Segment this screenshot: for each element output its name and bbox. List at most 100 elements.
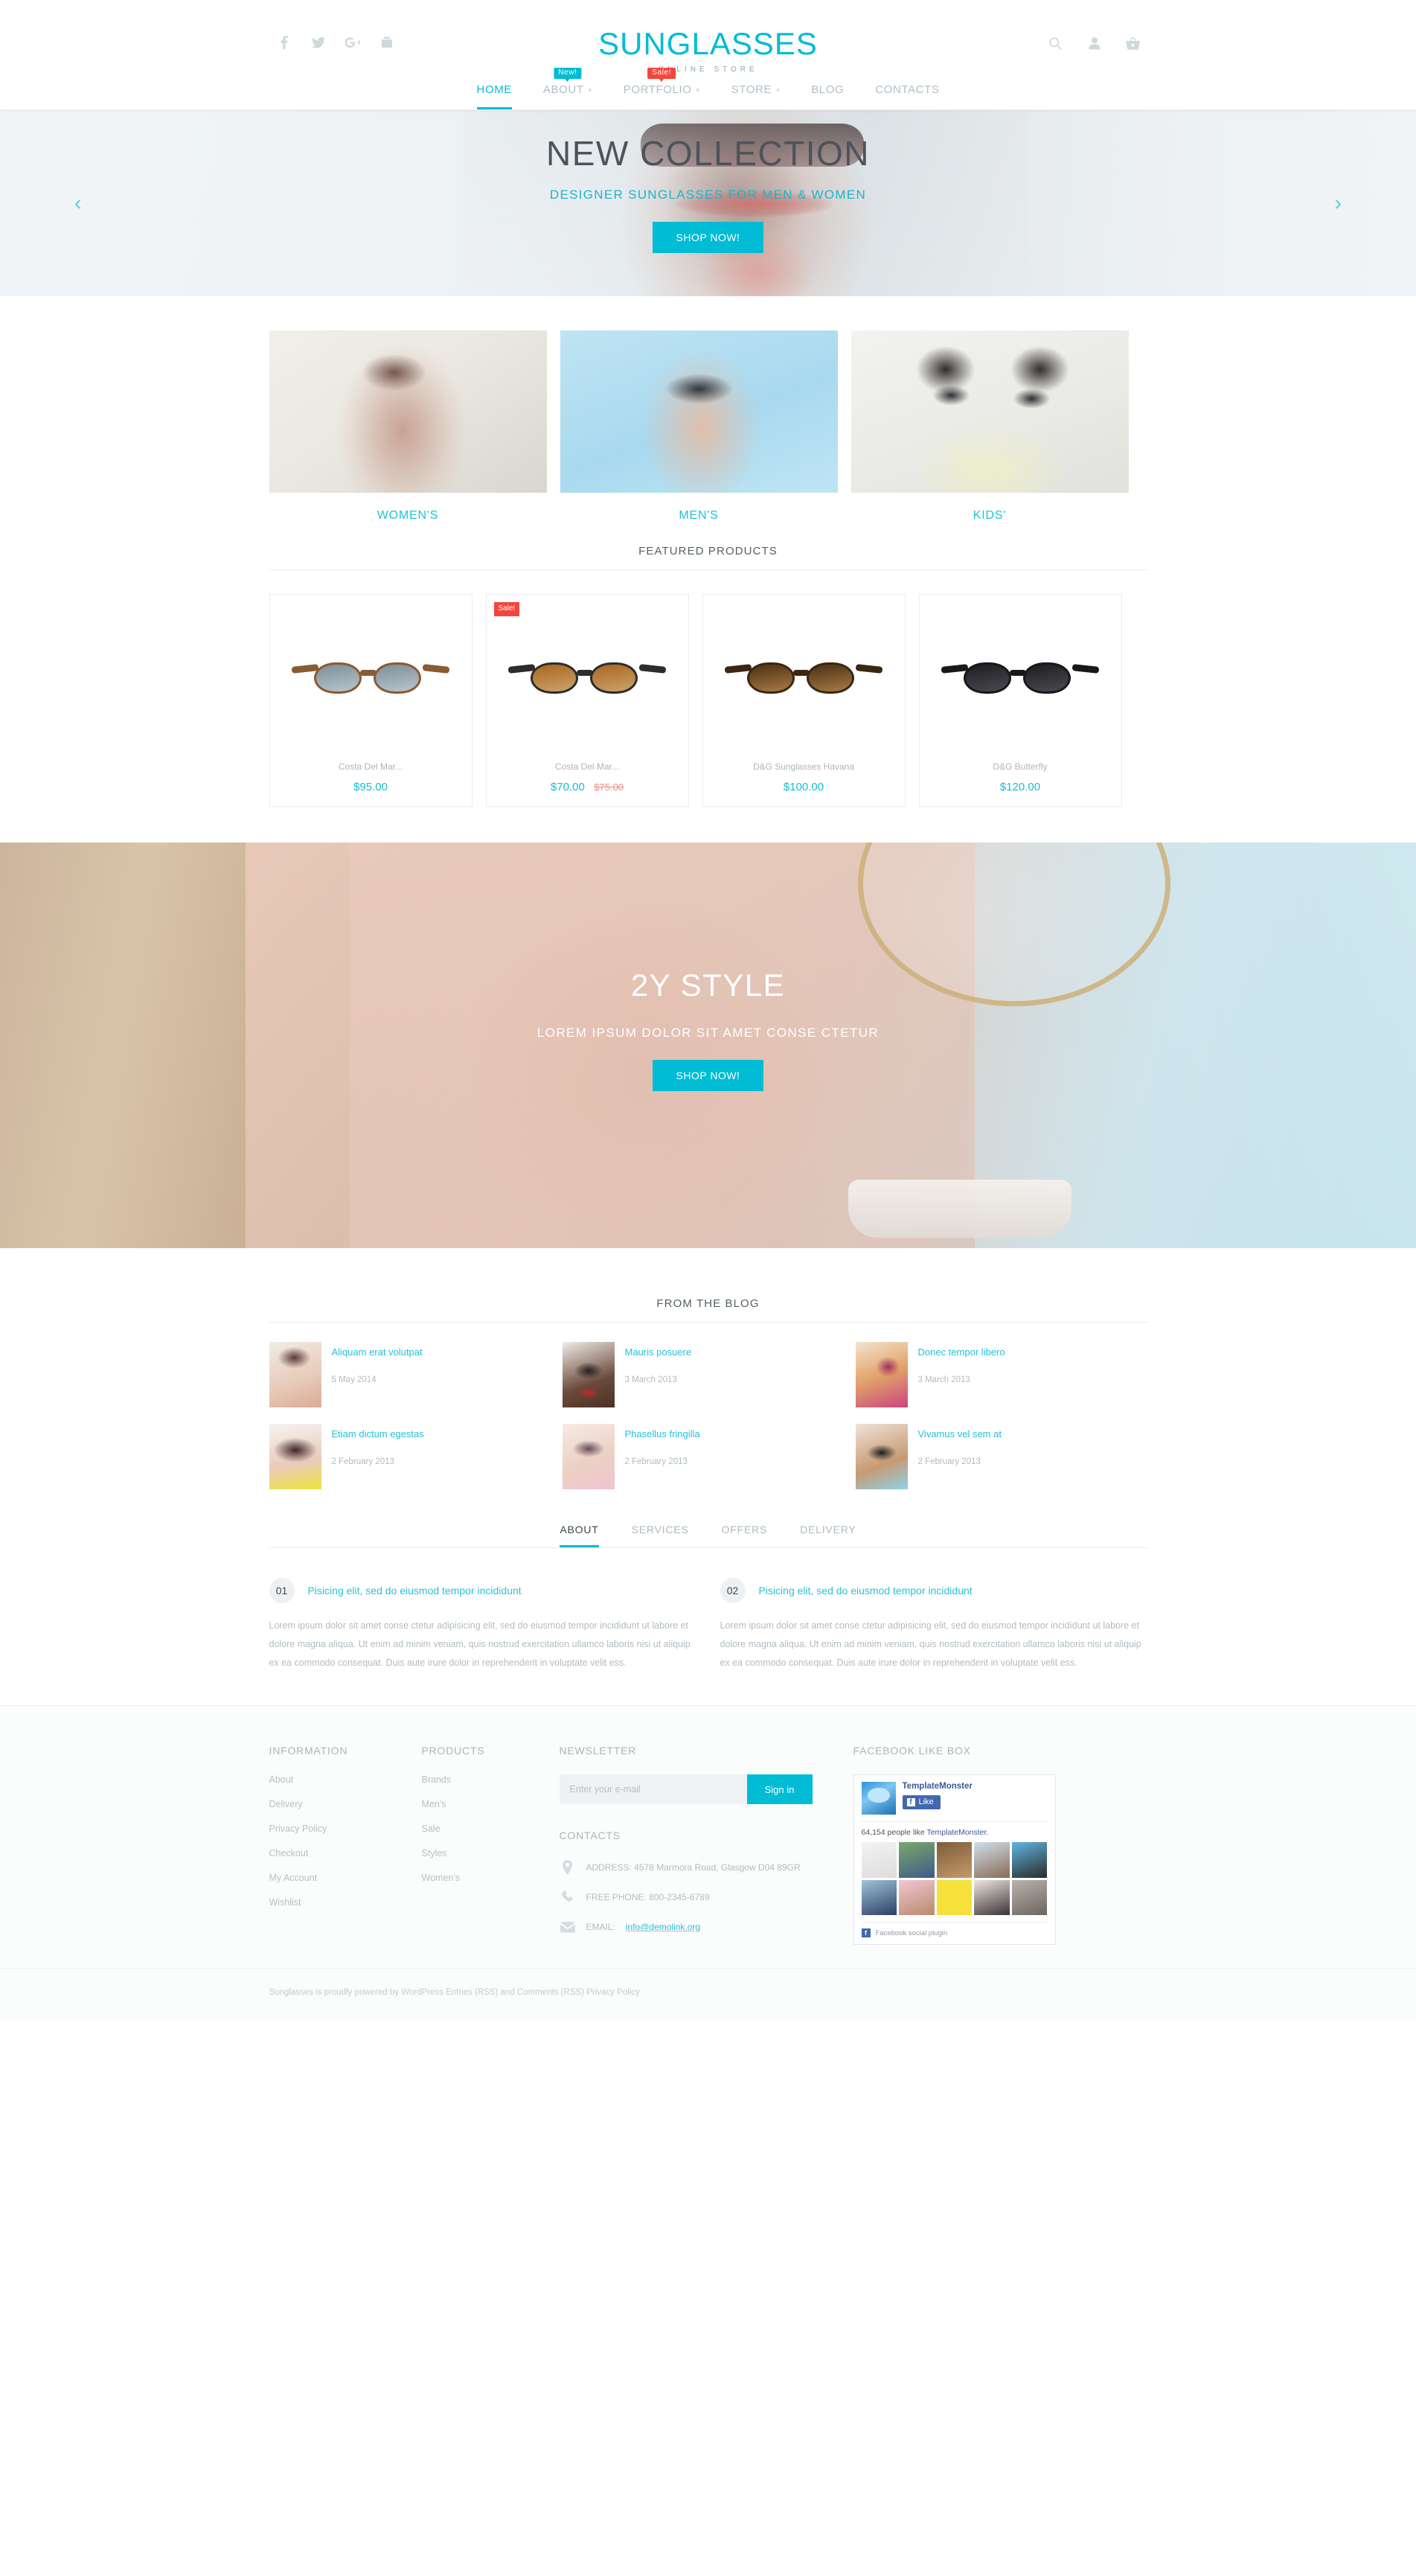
product-price-row: $95.00	[270, 781, 472, 794]
footer-link-about[interactable]: About	[269, 1774, 422, 1785]
blog-section: FROM THE BLOG Aliquam erat volutpat 5 Ma…	[0, 1248, 1416, 1506]
nav-item-contacts[interactable]: CONTACTS	[859, 83, 955, 109]
footer-link-brands[interactable]: Brands	[422, 1774, 560, 1785]
blog-post-title[interactable]: Mauris posuere	[625, 1346, 692, 1359]
sale-badge: Sale!	[493, 602, 520, 616]
tab-column-heading[interactable]: Pisicing elit, sed do eiusmod tempor inc…	[759, 1585, 973, 1597]
blog-thumbnail	[855, 1342, 908, 1407]
nav-item-store[interactable]: STORE ▾	[716, 83, 796, 109]
footer-information-column: INFORMATION About Delivery Privacy Polic…	[269, 1745, 422, 1949]
facebook-count-text: 64,154 people like	[861, 1828, 927, 1837]
product-image	[496, 608, 679, 754]
footer-link-womens[interactable]: Women's	[422, 1873, 560, 1883]
brand-subtitle: ONLINE STORE	[658, 65, 758, 74]
sunglasses-illustration	[291, 658, 450, 704]
blog-post[interactable]: Mauris posuere 3 March 2013	[562, 1342, 847, 1407]
google-plus-icon[interactable]	[345, 34, 360, 51]
cart-icon[interactable]	[1125, 34, 1141, 52]
footer-column-title: INFORMATION	[269, 1745, 348, 1757]
nav-item-home[interactable]: HOME	[461, 83, 528, 109]
social-links	[277, 34, 394, 51]
blog-post[interactable]: Etiam dictum egestas 2 February 2013	[269, 1424, 554, 1489]
tab-column-heading[interactable]: Pisicing elit, sed do eiusmod tempor inc…	[308, 1585, 522, 1597]
copyright-text: Sunglasses is proudly powered by WordPre…	[269, 1988, 640, 1997]
copyright-bar: Sunglasses is proudly powered by WordPre…	[0, 1968, 1416, 2022]
product-card[interactable]: D&G Sunglasses Havana $100.00	[702, 594, 906, 807]
footer-link-styles[interactable]: Styles	[422, 1848, 560, 1859]
twitter-icon[interactable]	[311, 34, 326, 51]
blog-post-title[interactable]: Etiam dictum egestas	[332, 1428, 424, 1441]
hero-prev-arrow[interactable]: ‹	[74, 193, 81, 214]
footer-link-mens[interactable]: Men's	[422, 1799, 560, 1809]
category-label[interactable]: WOMEN'S	[269, 509, 547, 522]
categories-section: WOMEN'S MEN'S KIDS' FEATURED PRODUCTS Co…	[0, 296, 1416, 811]
facebook-f-icon: f	[861, 1928, 871, 1938]
brand-title: SUNGLASSES	[598, 26, 818, 61]
contact-email-link[interactable]: info@demolink.org	[626, 1922, 700, 1932]
facebook-count-link[interactable]: TemplateMonster	[926, 1828, 986, 1837]
sunglasses-illustration	[724, 658, 883, 704]
section-divider	[269, 1322, 1147, 1323]
footer-newsletter-column: NEWSLETTER Sign in CONTACTS ADDRESS: 457…	[559, 1745, 853, 1949]
product-card[interactable]: Sale! Costa Del Mar... $70.00 $75.00	[485, 594, 689, 807]
tabs-section: ABOUT SERVICES OFFERS DELIVERY 01 Pisici…	[0, 1524, 1416, 1705]
facebook-like-box: TemplateMonster f Like 64,154 people lik…	[853, 1774, 1056, 1946]
footer-link-my-account[interactable]: My Account	[269, 1873, 422, 1883]
nav-item-about[interactable]: New! ABOUT ▾	[528, 68, 608, 109]
blog-title-wrap: FROM THE BLOG	[269, 1297, 1147, 1322]
contact-email-row: EMAIL: info@demolink.org	[560, 1919, 853, 1935]
footer-link-delivery[interactable]: Delivery	[269, 1799, 422, 1809]
facebook-avatar-cell	[861, 1879, 897, 1916]
newsletter-email-input[interactable]	[559, 1774, 747, 1804]
search-icon[interactable]	[1048, 34, 1064, 52]
featured-title-wrap: FEATURED PRODUCTS	[269, 545, 1147, 569]
facebook-like-button[interactable]: f Like	[902, 1795, 941, 1809]
blog-post-title[interactable]: Aliquam erat volutpat	[332, 1346, 423, 1359]
nav-badge-new: New!	[554, 68, 582, 82]
blog-post[interactable]: Vivamus vel sem at 2 February 2013	[855, 1424, 1140, 1489]
footer-link-privacy-policy[interactable]: Privacy Policy	[269, 1824, 422, 1834]
youtube-icon[interactable]	[379, 34, 394, 51]
promo-subtitle: LOREM IPSUM DOLOR SIT AMET CONSE CTETUR	[536, 1026, 880, 1040]
footer-link-sale[interactable]: Sale	[422, 1824, 560, 1834]
map-pin-icon	[560, 1859, 576, 1876]
promo-shop-now-button[interactable]: SHOP NOW!	[652, 1060, 764, 1091]
facebook-avatar-cell	[936, 1879, 973, 1916]
nav-label: HOME	[476, 83, 512, 96]
footer-products-column: PRODUCTS Brands Men's Sale Styles Women'…	[422, 1745, 560, 1949]
facebook-icon[interactable]	[277, 34, 292, 51]
facebook-avatar-cell	[936, 1842, 973, 1878]
footer-link-checkout[interactable]: Checkout	[269, 1848, 422, 1859]
hero-next-arrow[interactable]: ›	[1335, 193, 1342, 214]
category-mens[interactable]: MEN'S	[560, 330, 838, 522]
category-womens[interactable]: WOMEN'S	[269, 330, 547, 522]
facebook-like-count: 64,154 people like TemplateMonster.	[862, 1828, 1048, 1837]
footer-link-wishlist[interactable]: Wishlist	[269, 1897, 422, 1908]
blog-post-title[interactable]: Donec tempor libero	[918, 1346, 1005, 1359]
brand[interactable]: SUNGLASSES ONLINE STORE	[269, 28, 1147, 74]
product-card[interactable]: D&G Butterfly $120.00	[918, 594, 1122, 807]
footer-column-title: PRODUCTS	[421, 1745, 485, 1757]
tab-delivery[interactable]: DELIVERY	[784, 1524, 872, 1547]
nav-item-portfolio[interactable]: Sale! PORTFOLIO ▾	[608, 68, 716, 109]
blog-post[interactable]: Phasellus fringilla 2 February 2013	[562, 1424, 847, 1489]
blog-post[interactable]: Aliquam erat volutpat 5 May 2014	[269, 1342, 554, 1407]
tab-services[interactable]: SERVICES	[615, 1524, 705, 1547]
nav-item-blog[interactable]: BLOG	[795, 83, 859, 109]
tab-offers[interactable]: OFFERS	[705, 1524, 784, 1547]
tab-about[interactable]: ABOUT	[543, 1524, 615, 1547]
product-card[interactable]: Costa Del Mar... $95.00	[269, 594, 472, 807]
blog-post[interactable]: Donec tempor libero 3 March 2013	[855, 1342, 1140, 1407]
newsletter-signin-button[interactable]: Sign in	[746, 1774, 813, 1804]
blog-post-date: 5 May 2014	[331, 1375, 377, 1384]
facebook-page-name[interactable]: TemplateMonster	[903, 1782, 973, 1791]
hero-shop-now-button[interactable]: SHOP NOW!	[652, 222, 764, 254]
category-label[interactable]: KIDS'	[851, 509, 1129, 522]
account-icon[interactable]	[1086, 34, 1103, 52]
facebook-avatar-cell	[974, 1879, 1010, 1916]
contact-address-row: ADDRESS: 4578 Marmora Road, Glasgow D04 …	[560, 1859, 853, 1876]
blog-post-title[interactable]: Vivamus vel sem at	[918, 1428, 1002, 1441]
category-label[interactable]: MEN'S	[560, 509, 838, 522]
blog-post-title[interactable]: Phasellus fringilla	[625, 1428, 700, 1441]
category-kids[interactable]: KIDS'	[850, 330, 1129, 522]
